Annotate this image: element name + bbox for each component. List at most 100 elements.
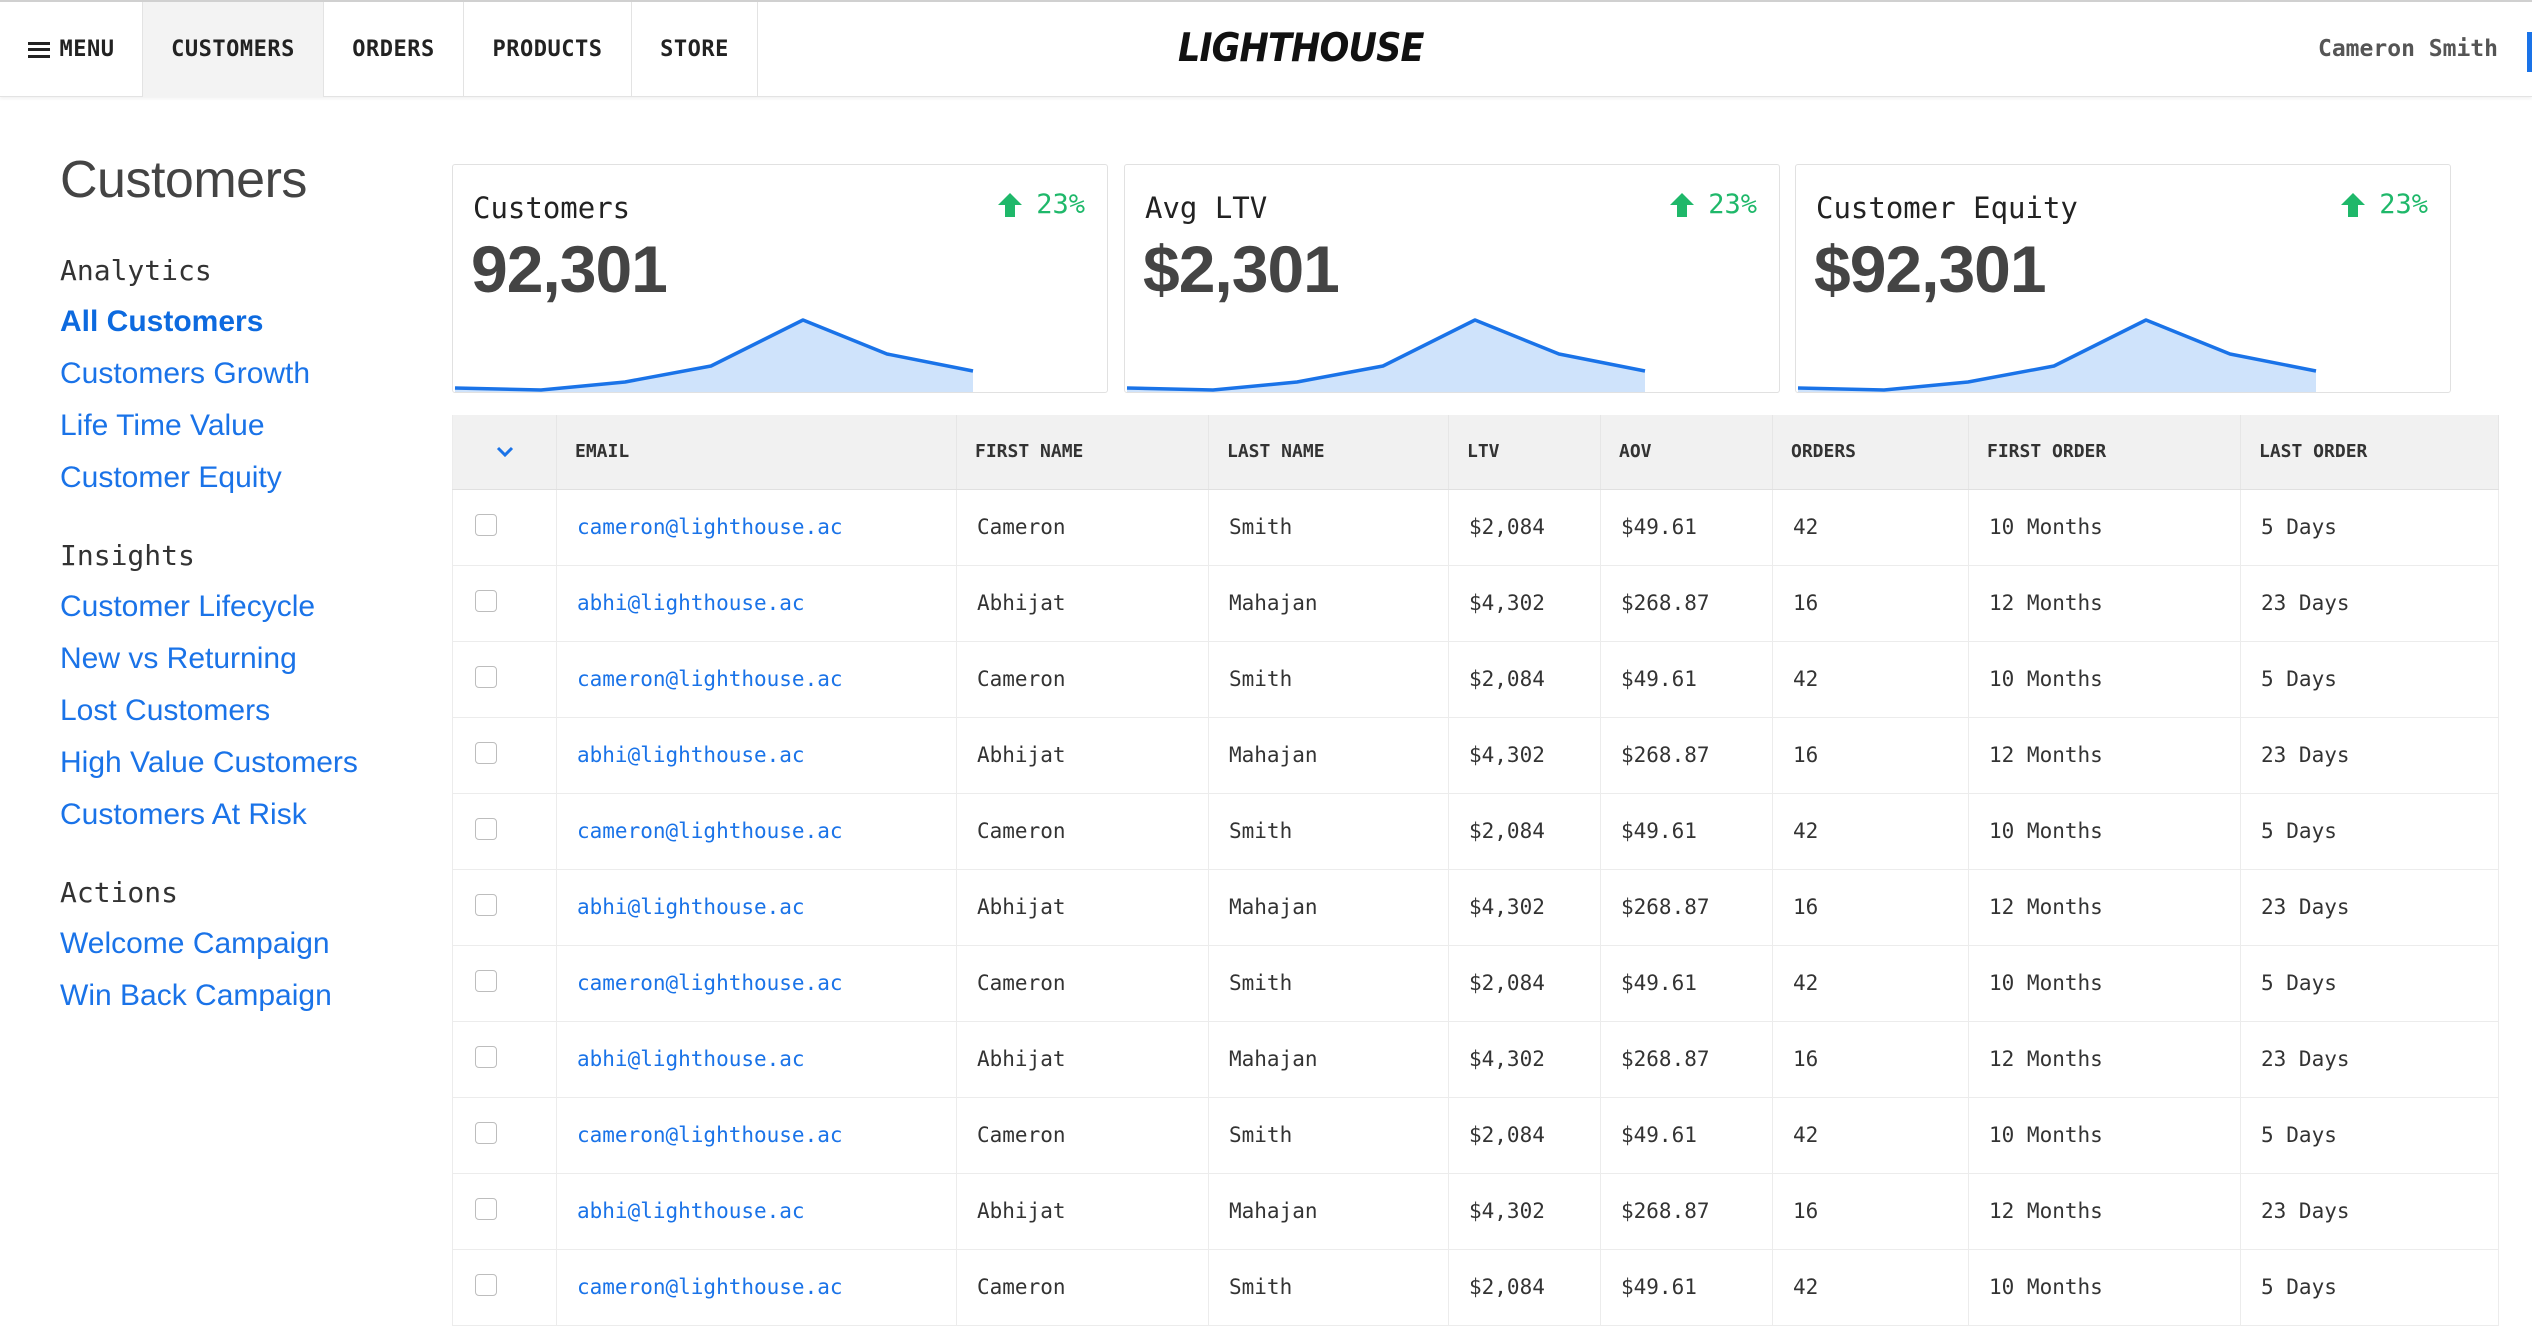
column-header-last-name[interactable]: LAST NAME bbox=[1208, 415, 1449, 490]
card-value: $92,301 bbox=[1814, 232, 2047, 306]
tab-products[interactable]: PRODUCTS bbox=[464, 2, 632, 97]
cell-first-order: 10 Months bbox=[1968, 793, 2241, 870]
row-checkbox[interactable] bbox=[475, 969, 497, 992]
sidebar-item-customer-equity[interactable]: Customer Equity bbox=[60, 461, 420, 495]
cell-email[interactable]: cameron@lighthouse.ac bbox=[556, 945, 957, 1022]
cell-email[interactable]: cameron@lighthouse.ac bbox=[556, 1249, 957, 1326]
card-change: 23% bbox=[1668, 189, 1757, 220]
cell-first-order: 10 Months bbox=[1968, 945, 2241, 1022]
cell-email[interactable]: abhi@lighthouse.ac bbox=[556, 717, 957, 794]
cell-email[interactable]: cameron@lighthouse.ac bbox=[556, 489, 957, 566]
tab-orders[interactable]: ORDERS bbox=[324, 2, 464, 97]
row-checkbox[interactable] bbox=[475, 589, 497, 612]
sidebar-item-customers-growth[interactable]: Customers Growth bbox=[60, 357, 420, 391]
table-row[interactable]: abhi@lighthouse.ac Abhijat Mahajan $4,302 $2… bbox=[452, 717, 2499, 794]
cell-orders: 16 bbox=[1772, 1021, 1969, 1098]
row-select-cell bbox=[452, 489, 557, 566]
sidebar-item-high-value-customers[interactable]: High Value Customers bbox=[60, 746, 420, 780]
cell-email[interactable]: cameron@lighthouse.ac bbox=[556, 641, 957, 718]
row-checkbox[interactable] bbox=[475, 1121, 497, 1144]
menu-button[interactable]: MENU bbox=[0, 2, 143, 97]
cell-ltv: $4,302 bbox=[1448, 869, 1601, 946]
page-title: Customers bbox=[60, 151, 307, 209]
cell-orders: 42 bbox=[1772, 1097, 1969, 1174]
cell-ltv: $2,084 bbox=[1448, 1249, 1601, 1326]
card-label: Customer Equity bbox=[1816, 191, 2078, 225]
sidebar-item-customer-lifecycle[interactable]: Customer Lifecycle bbox=[60, 590, 420, 624]
cell-last-order: 5 Days bbox=[2240, 489, 2499, 566]
cell-first-order: 10 Months bbox=[1968, 489, 2241, 566]
table-row[interactable]: cameron@lighthouse.ac Cameron Smith $2,084 $… bbox=[452, 793, 2499, 870]
cell-email[interactable]: cameron@lighthouse.ac bbox=[556, 1097, 957, 1174]
sidebar-item-all-customers[interactable]: All Customers bbox=[60, 305, 420, 339]
column-header-ltv[interactable]: LTV bbox=[1448, 415, 1601, 490]
sidebar-item-welcome-campaign[interactable]: Welcome Campaign bbox=[60, 927, 420, 961]
cell-first-name: Cameron bbox=[956, 793, 1209, 870]
brand-logo[interactable]: LIGHTHOUSE bbox=[1178, 26, 1424, 71]
column-header-orders[interactable]: ORDERS bbox=[1772, 415, 1969, 490]
cell-last-name: Smith bbox=[1208, 793, 1449, 870]
sidebar-item-customers-at-risk[interactable]: Customers At Risk bbox=[60, 798, 420, 832]
table-row[interactable]: cameron@lighthouse.ac Cameron Smith $2,084 $… bbox=[452, 641, 2499, 718]
sparkline bbox=[454, 318, 974, 392]
cell-first-name: Cameron bbox=[956, 945, 1209, 1022]
column-header-last-order[interactable]: LAST ORDER bbox=[2240, 415, 2499, 490]
cell-first-name: Cameron bbox=[956, 489, 1209, 566]
table-row[interactable]: cameron@lighthouse.ac Cameron Smith $2,084 $… bbox=[452, 1097, 2499, 1174]
tab-label: STORE bbox=[660, 37, 729, 62]
sidebar-item-new-vs-returning[interactable]: New vs Returning bbox=[60, 642, 420, 676]
row-checkbox[interactable] bbox=[475, 1273, 497, 1296]
table-row[interactable]: cameron@lighthouse.ac Cameron Smith $2,084 $… bbox=[452, 1249, 2499, 1326]
cell-first-name: Abhijat bbox=[956, 565, 1209, 642]
cell-last-name: Mahajan bbox=[1208, 1173, 1449, 1250]
cell-email[interactable]: abhi@lighthouse.ac bbox=[556, 869, 957, 946]
cell-email[interactable]: abhi@lighthouse.ac bbox=[556, 1021, 957, 1098]
top-nav: MENU CUSTOMERS ORDERS PRODUCTS STORE LIG… bbox=[0, 0, 2532, 97]
table-row[interactable]: cameron@lighthouse.ac Cameron Smith $2,084 $… bbox=[452, 945, 2499, 1022]
row-checkbox[interactable] bbox=[475, 741, 497, 764]
row-checkbox[interactable] bbox=[475, 893, 497, 916]
sidebar-item-win-back-campaign[interactable]: Win Back Campaign bbox=[60, 979, 420, 1013]
row-checkbox[interactable] bbox=[475, 1045, 497, 1068]
row-checkbox[interactable] bbox=[475, 817, 497, 840]
row-checkbox[interactable] bbox=[475, 513, 497, 536]
sidebar-item-life-time-value[interactable]: Life Time Value bbox=[60, 409, 420, 443]
cell-orders: 16 bbox=[1772, 565, 1969, 642]
row-checkbox[interactable] bbox=[475, 665, 497, 688]
table-row[interactable]: abhi@lighthouse.ac Abhijat Mahajan $4,302 $2… bbox=[452, 1021, 2499, 1098]
cell-last-name: Smith bbox=[1208, 1249, 1449, 1326]
row-select-cell bbox=[452, 1097, 557, 1174]
tab-store[interactable]: STORE bbox=[632, 2, 758, 97]
stat-card-customers[interactable]: Customers 23% 92,301 bbox=[452, 164, 1108, 393]
table-row[interactable]: abhi@lighthouse.ac Abhijat Mahajan $4,302 $2… bbox=[452, 565, 2499, 642]
table-row[interactable]: abhi@lighthouse.ac Abhijat Mahajan $4,302 $2… bbox=[452, 869, 2499, 946]
cell-last-name: Smith bbox=[1208, 945, 1449, 1022]
card-value: 92,301 bbox=[471, 232, 668, 306]
tab-customers[interactable]: CUSTOMERS bbox=[143, 2, 324, 97]
column-header-aov[interactable]: AOV bbox=[1600, 415, 1773, 490]
cell-last-name: Mahajan bbox=[1208, 1021, 1449, 1098]
cell-aov: $268.87 bbox=[1600, 565, 1773, 642]
user-menu[interactable]: Cameron Smith bbox=[2318, 36, 2498, 62]
column-header-first-order[interactable]: FIRST ORDER bbox=[1968, 415, 2241, 490]
cell-orders: 42 bbox=[1772, 945, 1969, 1022]
table-body: cameron@lighthouse.ac Cameron Smith $2,084 $… bbox=[452, 489, 2499, 1326]
cell-first-order: 10 Months bbox=[1968, 641, 2241, 718]
row-checkbox[interactable] bbox=[475, 1197, 497, 1220]
select-all-header[interactable] bbox=[452, 415, 557, 490]
sidebar-item-lost-customers[interactable]: Lost Customers bbox=[60, 694, 420, 728]
section-title: Analytics bbox=[60, 254, 212, 287]
cell-email[interactable]: cameron@lighthouse.ac bbox=[556, 793, 957, 870]
stat-card-avg-ltv[interactable]: Avg LTV 23% $2,301 bbox=[1124, 164, 1780, 393]
column-header-email[interactable]: EMAIL bbox=[556, 415, 957, 490]
cell-email[interactable]: abhi@lighthouse.ac bbox=[556, 1173, 957, 1250]
cell-aov: $49.61 bbox=[1600, 793, 1773, 870]
tab-label: CUSTOMERS bbox=[171, 37, 295, 62]
cell-email[interactable]: abhi@lighthouse.ac bbox=[556, 565, 957, 642]
chevron-down-icon[interactable] bbox=[496, 446, 514, 458]
stat-card-customer-equity[interactable]: Customer Equity 23% $92,301 bbox=[1795, 164, 2451, 393]
column-header-first-name[interactable]: FIRST NAME bbox=[956, 415, 1209, 490]
cell-first-name: Cameron bbox=[956, 641, 1209, 718]
table-row[interactable]: abhi@lighthouse.ac Abhijat Mahajan $4,302 $2… bbox=[452, 1173, 2499, 1250]
table-row[interactable]: cameron@lighthouse.ac Cameron Smith $2,084 $… bbox=[452, 489, 2499, 566]
